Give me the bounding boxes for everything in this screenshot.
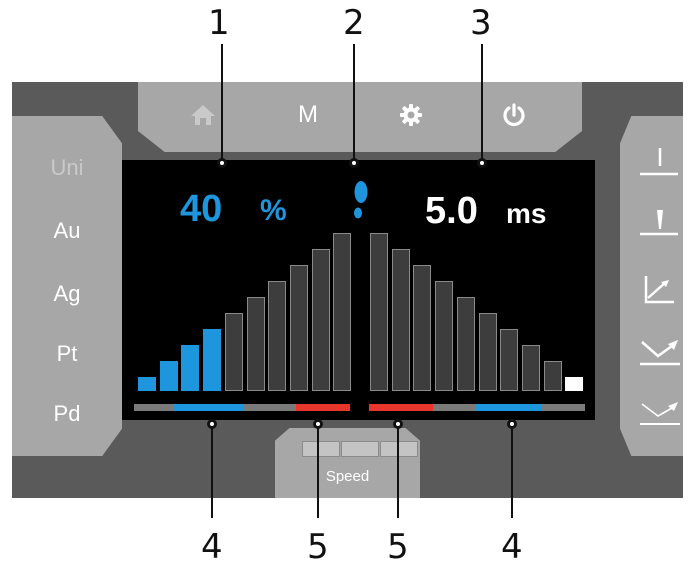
power-bar[interactable] <box>311 249 330 391</box>
callout-4b-leader <box>511 428 513 518</box>
callout-5a-leader <box>317 428 319 518</box>
callout-2-dot <box>349 158 359 168</box>
callout-3-leader <box>481 44 483 160</box>
callout-3: 3 <box>470 3 492 43</box>
callout-5b-leader <box>397 428 399 518</box>
left-red-indicator <box>296 404 350 411</box>
pulse-bar[interactable] <box>413 265 432 391</box>
pulse-value: 5.0 <box>425 190 478 232</box>
power-bar[interactable] <box>159 361 178 391</box>
left-blue-indicator <box>173 404 243 411</box>
right-blue-indicator <box>475 404 541 411</box>
power-bar[interactable] <box>333 233 352 391</box>
callout-2-leader <box>353 44 355 160</box>
foot-pedal-icon <box>348 180 372 222</box>
speed-segment-3[interactable] <box>380 441 418 457</box>
power-value: 40 <box>180 188 223 230</box>
callout-1-dot <box>217 158 227 168</box>
mode-corner-icon[interactable] <box>636 270 684 308</box>
power-bar[interactable] <box>268 281 287 391</box>
power-icon[interactable] <box>497 100 531 130</box>
mode-v-flat-icon[interactable] <box>636 392 684 430</box>
callout-1: 1 <box>208 3 230 43</box>
material-pd-button[interactable]: Pd <box>12 401 122 427</box>
pulse-bar[interactable] <box>521 345 540 391</box>
callout-1-leader <box>221 44 223 160</box>
callout-5b: 5 <box>387 527 409 567</box>
pulse-bar[interactable] <box>391 249 410 391</box>
mode-point-icon[interactable] <box>636 204 684 242</box>
pulse-bar[interactable] <box>435 281 454 391</box>
power-unit: % <box>260 194 287 227</box>
pulse-bar[interactable] <box>565 377 584 391</box>
right-red-indicator <box>369 404 433 411</box>
callout-3-dot <box>477 158 487 168</box>
power-bar[interactable] <box>138 377 156 391</box>
power-bar[interactable] <box>246 297 265 391</box>
callout-4a-dot <box>207 419 217 429</box>
pulse-bar[interactable] <box>456 297 475 391</box>
mode-straight-icon[interactable] <box>636 142 684 180</box>
callout-2: 2 <box>343 3 365 43</box>
m-mode-label: M <box>298 101 318 128</box>
callout-5a: 5 <box>307 527 329 567</box>
callout-4a-leader <box>211 428 213 518</box>
callout-5a-dot <box>313 419 323 429</box>
power-bar[interactable] <box>203 329 222 391</box>
callout-5b-dot <box>393 419 403 429</box>
power-bar[interactable] <box>224 313 243 391</box>
callout-4b: 4 <box>501 527 523 567</box>
pulse-bar[interactable] <box>543 361 562 391</box>
home-icon[interactable] <box>186 100 220 130</box>
pulse-unit: ms <box>506 198 547 229</box>
material-uni-button[interactable]: Uni <box>12 155 122 181</box>
mode-v-icon[interactable] <box>636 332 684 370</box>
speed-segment-1[interactable] <box>302 441 340 457</box>
callout-4a: 4 <box>201 527 223 567</box>
power-bar[interactable] <box>289 265 308 391</box>
material-ag-button[interactable]: Ag <box>12 281 122 307</box>
speed-segment-2[interactable] <box>341 441 379 457</box>
pulse-bar[interactable] <box>478 313 497 391</box>
pulse-bar[interactable] <box>370 233 388 391</box>
material-au-button[interactable]: Au <box>12 218 122 244</box>
m-mode-button[interactable]: M <box>290 100 326 130</box>
power-bar[interactable] <box>181 345 200 391</box>
gear-icon[interactable] <box>394 100 428 130</box>
material-pt-button[interactable]: Pt <box>12 341 122 367</box>
callout-4b-dot <box>507 419 517 429</box>
pulse-bar[interactable] <box>500 329 519 391</box>
